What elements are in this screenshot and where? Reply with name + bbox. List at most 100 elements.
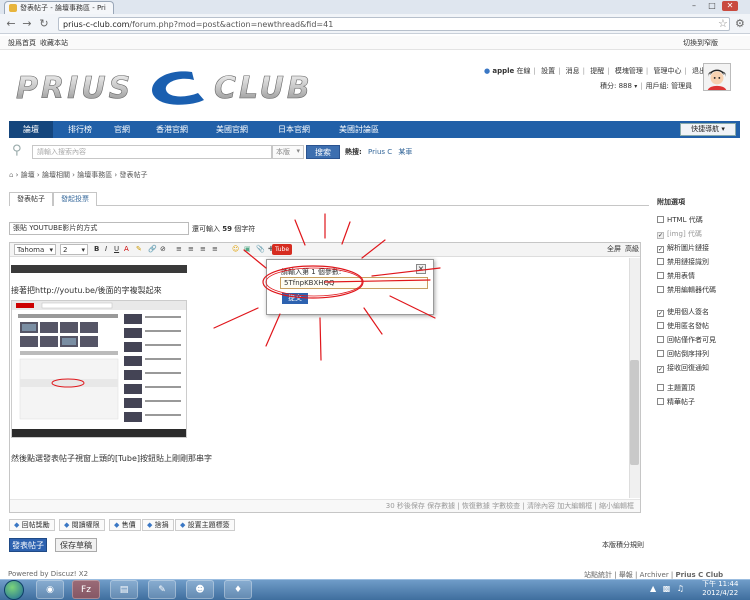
online-status[interactable]: 在線	[516, 67, 530, 75]
font-family-select[interactable]: Tahoma ▾	[14, 244, 56, 255]
option-checkbox-row[interactable]: 解析圖片鏈接	[657, 243, 709, 253]
reload-icon[interactable]: ↻	[37, 17, 51, 31]
option-checkbox-row[interactable]: [img] 代碼	[657, 229, 702, 239]
option-checkbox-row[interactable]: 精華帖子	[657, 397, 695, 407]
option-checkbox-row[interactable]: 接收回復通知	[657, 363, 709, 373]
checkbox[interactable]	[657, 272, 664, 279]
set-tags-button[interactable]: ◆ 設置主題標簽	[175, 519, 235, 531]
messenger-icon[interactable]: ☻	[186, 580, 214, 599]
document-icon[interactable]: ▤	[110, 580, 138, 599]
close-window-icon[interactable]: ✕	[722, 1, 738, 11]
chrome-icon[interactable]: ◉	[36, 580, 64, 599]
module-manage-link[interactable]: 模塊管理	[615, 67, 643, 75]
align-left-icon[interactable]: ≡	[176, 244, 182, 255]
italic-icon[interactable]: I	[105, 244, 107, 255]
checkbox[interactable]	[657, 366, 664, 373]
read-permission-button[interactable]: ◆ 閱讀權限	[59, 519, 105, 531]
option-checkbox-row[interactable]: HTML 代碼	[657, 215, 703, 225]
save-draft-button[interactable]: 保存草稿	[55, 538, 97, 552]
notepad-icon[interactable]: ✎	[148, 580, 176, 599]
search-button[interactable]: 搜索	[306, 145, 340, 159]
editor-footer[interactable]: 30 秒後保存 保存數據 | 恢復數據 字數檢查 | 清除內容 加大編輯框 | …	[10, 499, 640, 512]
messages-link[interactable]: 消息	[566, 67, 580, 75]
thread-title-input[interactable]: 張貼 YOUTUBE影片的方式	[9, 222, 189, 235]
highlight-icon[interactable]: ✎	[136, 244, 142, 255]
option-checkbox-row[interactable]: 回帖僅作者可見	[657, 335, 716, 345]
align-center-icon[interactable]: ≡	[188, 244, 194, 255]
usergroup-link[interactable]: 用戶組: 管理員	[646, 82, 693, 90]
paint-icon[interactable]: ♦	[224, 580, 252, 599]
checkbox[interactable]	[657, 322, 664, 329]
option-checkbox-row[interactable]: 使用匿名發帖	[657, 321, 709, 331]
unlink-icon[interactable]: ⊘	[160, 244, 166, 255]
nav-us-official[interactable]: 美國官網	[205, 121, 259, 138]
breadcrumb-item[interactable]: 論壇相關	[42, 171, 70, 179]
checkbox[interactable]	[657, 258, 664, 265]
set-homepage-link[interactable]: 設爲首頁	[8, 38, 36, 48]
option-checkbox-row[interactable]: 主題置頂	[657, 383, 695, 393]
nav-jp-official[interactable]: 日本官網	[267, 121, 321, 138]
footer-site-name[interactable]: Prius C Club	[676, 571, 724, 579]
forum-points-rules-link[interactable]: 本版積分規則	[602, 540, 644, 550]
forward-arrow-icon[interactable]: →	[20, 17, 34, 31]
maximize-icon[interactable]: □	[704, 1, 720, 11]
checkbox[interactable]	[657, 216, 664, 223]
advanced-link[interactable]: 高級	[625, 244, 639, 255]
browser-tab[interactable]: 發表帖子 - 論壇事務區 - Pri	[4, 1, 114, 14]
checkbox[interactable]	[657, 310, 664, 317]
checkbox[interactable]	[657, 398, 664, 405]
breadcrumb-item[interactable]: 論壇事務區	[77, 171, 112, 179]
username-link[interactable]: apple	[492, 67, 514, 75]
notifications-link[interactable]: 提醒	[590, 67, 604, 75]
checkbox[interactable]	[657, 246, 664, 253]
bold-icon[interactable]: B	[94, 244, 99, 255]
option-checkbox-row[interactable]: 回帖倒序排列	[657, 349, 709, 359]
search-scope-select[interactable]: 本版 ▾	[272, 145, 304, 159]
checkbox[interactable]	[657, 350, 664, 357]
tab-new-thread[interactable]: 發表帖子	[9, 192, 53, 206]
submit-post-button[interactable]: 發表帖子	[9, 538, 47, 552]
font-size-select[interactable]: 2 ▾	[60, 244, 88, 255]
checkbox[interactable]	[657, 336, 664, 343]
underline-icon[interactable]: U	[114, 244, 119, 255]
bookmark-star-icon[interactable]: ☆	[718, 17, 728, 30]
option-checkbox-row[interactable]: 禁用表情	[657, 271, 695, 281]
back-arrow-icon[interactable]: ←	[4, 17, 18, 31]
donate-button[interactable]: ◆ 捨捐	[142, 519, 174, 531]
bookmark-site-link[interactable]: 收藏本站	[40, 38, 68, 48]
price-button[interactable]: ◆ 售價	[109, 519, 141, 531]
nav-hk-official[interactable]: 香港官網	[145, 121, 199, 138]
hot-term-link[interactable]: Prius C	[368, 148, 392, 156]
avatar[interactable]	[703, 63, 731, 91]
footer-link[interactable]: 舉報	[619, 571, 633, 579]
footer-link[interactable]: 站點統計	[584, 571, 612, 579]
filezilla-icon[interactable]: Fz	[72, 580, 100, 599]
nav-us-forum[interactable]: 美國討論區	[327, 121, 391, 138]
breadcrumb-item[interactable]: 論壇	[21, 171, 35, 179]
link-icon[interactable]: 🔗	[148, 244, 157, 255]
editor-scrollbar-thumb[interactable]	[630, 360, 639, 465]
checkbox[interactable]	[657, 384, 664, 391]
search-input[interactable]: 請輸入搜索內容	[32, 145, 272, 159]
minimize-icon[interactable]: –	[686, 1, 702, 11]
hot-term-link[interactable]: 某車	[398, 148, 412, 156]
system-tray-icons[interactable]: ▲ ▩ ♫	[650, 584, 686, 593]
home-icon[interactable]: ⌂	[9, 171, 13, 179]
start-orb-icon[interactable]	[4, 580, 24, 600]
fullscreen-link[interactable]: 全屏	[607, 244, 621, 255]
option-checkbox-row[interactable]: 禁用鏈接識別	[657, 257, 709, 267]
points-link[interactable]: 積分: 888	[600, 82, 632, 90]
admin-center-link[interactable]: 管理中心	[653, 67, 681, 75]
wrench-icon[interactable]: ⚙	[735, 17, 745, 30]
nav-forum[interactable]: 論壇	[9, 121, 53, 138]
settings-link[interactable]: 設置	[541, 67, 555, 75]
narrow-version-link[interactable]: 切換到窄版	[683, 38, 718, 48]
site-logo[interactable]: PRIUS CLUB	[14, 62, 334, 112]
text-color-icon[interactable]: A	[124, 244, 129, 255]
reply-reward-button[interactable]: ◆ 回帖獎勵	[9, 519, 55, 531]
tab-new-poll[interactable]: 發起投票	[53, 192, 97, 206]
footer-link[interactable]: Archiver	[640, 571, 669, 579]
nav-ranking[interactable]: 排行榜	[57, 121, 103, 138]
option-checkbox-row[interactable]: 禁用編輯器代碼	[657, 285, 716, 295]
quick-nav-button[interactable]: 快捷導航 ▾	[680, 123, 736, 136]
